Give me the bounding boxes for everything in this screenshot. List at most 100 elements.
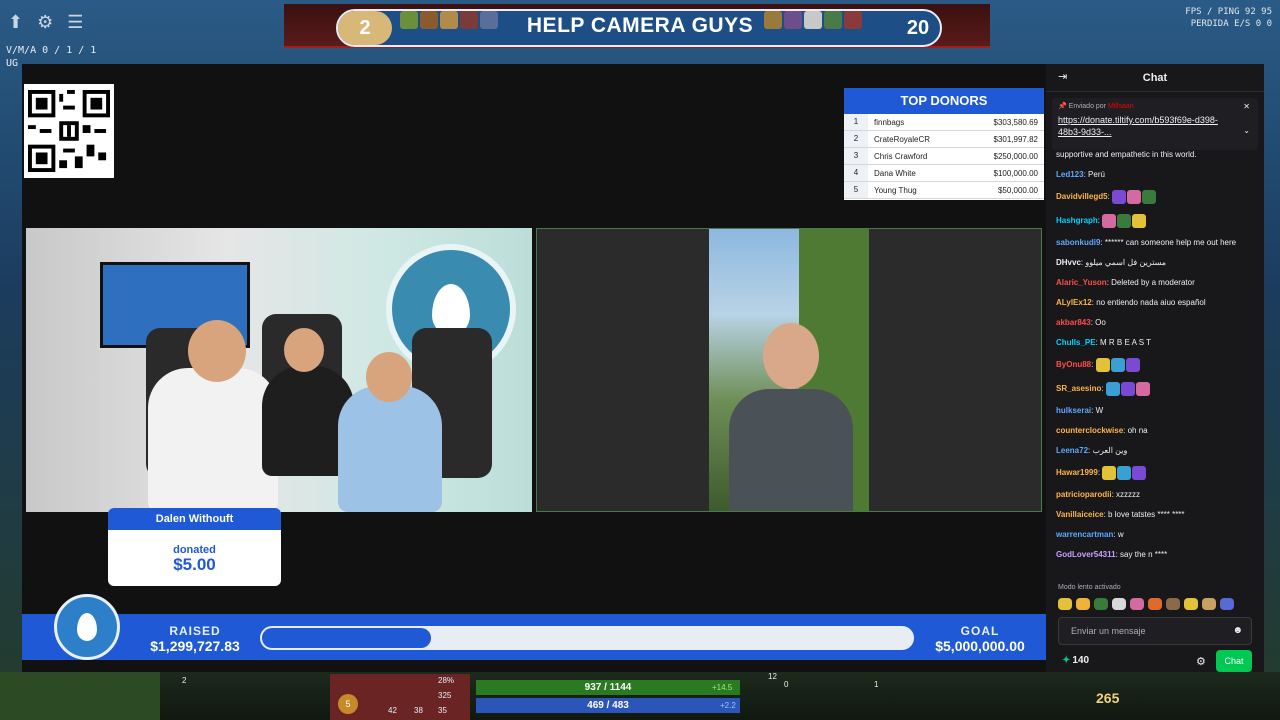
streamer-person bbox=[338, 386, 442, 512]
banner-title: HELP CAMERA GUYS bbox=[526, 14, 754, 37]
emote-icon bbox=[1105, 382, 1120, 396]
health-value: 937 / 1144 bbox=[584, 682, 632, 693]
channel-points[interactable]: ✦ 140 bbox=[1062, 655, 1089, 666]
emote-icon bbox=[1117, 214, 1132, 228]
chat-username[interactable]: warrencartman bbox=[1056, 530, 1113, 539]
team-water-logo bbox=[54, 594, 120, 660]
minimap-level: 2 bbox=[182, 676, 187, 685]
emote-icon bbox=[1120, 382, 1135, 396]
emote-icon bbox=[1102, 466, 1117, 480]
chat-message-input[interactable]: Enviar un mensaje ☻ bbox=[1058, 617, 1252, 645]
chat-text: oh na bbox=[1127, 426, 1148, 435]
screen: ⬆ ⚙ ☰ V/M/A 0 / 1 / 1 UG 2 HELP CAMERA G… bbox=[0, 0, 1280, 720]
chat-username[interactable]: Hawar1999 bbox=[1056, 468, 1098, 477]
chat-username[interactable]: DHvvc bbox=[1056, 258, 1081, 267]
donor-rank: 3 bbox=[844, 148, 868, 164]
emote-icon[interactable] bbox=[1148, 598, 1162, 610]
stat-readout: 42 bbox=[388, 706, 397, 715]
chat-message: SR_asesino: bbox=[1056, 382, 1254, 396]
emote-icon[interactable] bbox=[1076, 598, 1090, 610]
pinned-sender-line: 📌 Enviado por Millsaan bbox=[1058, 102, 1252, 110]
chat-settings-gear-icon[interactable]: ⚙ bbox=[1196, 655, 1206, 668]
top-donors-panel: TOP DONORS 1 finnbags $303,580.69 2 Crat… bbox=[844, 88, 1044, 200]
chat-username[interactable]: ALylEx12 bbox=[1056, 298, 1092, 307]
item-count: 12 bbox=[768, 672, 777, 681]
top-left-toolbar: ⬆ ⚙ ☰ bbox=[8, 10, 83, 34]
emote-icon[interactable] bbox=[1058, 598, 1072, 610]
emote-icon[interactable] bbox=[1202, 598, 1216, 610]
chat-message: GodLover54311: say the n **** bbox=[1056, 550, 1254, 560]
chat-username[interactable]: Vanillaiceice bbox=[1056, 510, 1104, 519]
item-count: 1 bbox=[874, 680, 879, 689]
chat-text: no entiendo nada aiuo español bbox=[1096, 298, 1206, 307]
item-count: 0 bbox=[784, 680, 789, 689]
donor-rank: 2 bbox=[844, 131, 868, 147]
chat-text: b love tatstes **** **** bbox=[1108, 510, 1185, 519]
menu-icon[interactable]: ☰ bbox=[67, 10, 83, 34]
emote-icon[interactable] bbox=[1184, 598, 1198, 610]
pinned-user[interactable]: Millsaan bbox=[1108, 103, 1134, 110]
upload-icon[interactable]: ⬆ bbox=[8, 10, 23, 34]
chat-message: akbar843: Oo bbox=[1056, 318, 1254, 328]
chat-username[interactable]: SR_asesino bbox=[1056, 384, 1101, 393]
chat-username[interactable]: patricioparodii bbox=[1056, 490, 1112, 499]
chat-text: Oo bbox=[1095, 318, 1106, 327]
pinned-sent-by: Enviado por bbox=[1068, 103, 1107, 110]
pinned-message: 📌 Enviado por Millsaan https://donate.ti… bbox=[1052, 98, 1258, 150]
chat-username[interactable]: hulkserai bbox=[1056, 406, 1091, 415]
chat-username[interactable]: Hashgraph bbox=[1056, 216, 1098, 225]
chat-message: Led123: Perú bbox=[1056, 170, 1254, 180]
emote-icon bbox=[1110, 358, 1125, 372]
chat-message: hulkserai: W bbox=[1056, 406, 1254, 416]
donor-name: Chris Crawford bbox=[874, 151, 928, 161]
emote-icon[interactable] bbox=[1112, 598, 1126, 610]
chat-username[interactable]: sabonkudi9 bbox=[1056, 238, 1100, 247]
chat-message-list: supportive and empathetic in this world.… bbox=[1046, 150, 1264, 560]
chat-send-button[interactable]: Chat bbox=[1216, 650, 1252, 672]
chat-username[interactable]: counterclockwise bbox=[1056, 426, 1123, 435]
emote-icon bbox=[1132, 214, 1147, 228]
stat-readout: 38 bbox=[414, 706, 423, 715]
chat-message: ByOnu88: bbox=[1056, 358, 1254, 372]
chat-message: Hashgraph: bbox=[1056, 214, 1254, 228]
emote-icon[interactable] bbox=[1220, 598, 1234, 610]
donor-rank: 1 bbox=[844, 114, 868, 130]
emote-icon bbox=[1102, 214, 1117, 228]
kda-line: V/M/A 0 / 1 / 1 bbox=[6, 45, 97, 56]
hide-pin-icon[interactable]: ✕ bbox=[1243, 102, 1250, 111]
donate-qr-code bbox=[24, 84, 114, 178]
qr-code-icon bbox=[28, 90, 110, 172]
chat-username[interactable]: Alaric_Yuson bbox=[1056, 278, 1107, 287]
collapse-chat-icon[interactable]: ⇥ bbox=[1058, 70, 1067, 83]
chat-text: supportive and empathetic in this world. bbox=[1056, 150, 1197, 159]
water-drop-icon bbox=[77, 613, 97, 641]
pinned-donate-link[interactable]: https://donate.tiltify.com/b593f69e-d398… bbox=[1058, 114, 1232, 138]
chat-username[interactable]: Davidvillegd5 bbox=[1056, 192, 1108, 201]
fundraiser-progress-fill bbox=[262, 628, 431, 648]
chevron-down-icon[interactable]: ⌄ bbox=[1243, 126, 1250, 135]
emote-icon[interactable] bbox=[1130, 598, 1144, 610]
gear-icon[interactable]: ⚙ bbox=[37, 10, 53, 34]
chat-text: مسترين فل اسمي ميلوو bbox=[1085, 258, 1167, 267]
radiant-score: 2 bbox=[338, 11, 392, 45]
chat-message: patricioparodii: xzzzzz bbox=[1056, 490, 1254, 500]
raised-label: RAISED bbox=[169, 624, 221, 638]
chat-username[interactable]: GodLover54311 bbox=[1056, 550, 1116, 559]
chat-username[interactable]: Led123 bbox=[1056, 170, 1084, 179]
donor-row: 5 Young Thug $50,000.00 bbox=[844, 182, 1044, 199]
mana-regen: +2.2 bbox=[720, 701, 736, 710]
chat-username[interactable]: akbar843 bbox=[1056, 318, 1091, 327]
loss-line: PERDIDA E/S 0 0 bbox=[1190, 19, 1272, 29]
emote-icon[interactable] bbox=[1166, 598, 1180, 610]
goal-label: GOAL bbox=[960, 624, 1000, 638]
chat-username[interactable]: Leena72 bbox=[1056, 446, 1088, 455]
minimap[interactable] bbox=[0, 672, 160, 720]
chat-username[interactable]: ByOnu88 bbox=[1056, 360, 1091, 369]
donor-name: Young Thug bbox=[874, 185, 917, 195]
chat-message: Chulls_PE: M R B E A S T bbox=[1056, 338, 1254, 348]
emote-icon[interactable] bbox=[1094, 598, 1108, 610]
donor-row: 3 Chris Crawford $250,000.00 bbox=[844, 148, 1044, 165]
webcam-studio-feed bbox=[26, 228, 532, 512]
emoji-picker-icon[interactable]: ☻ bbox=[1232, 618, 1243, 644]
chat-username[interactable]: Chulls_PE bbox=[1056, 338, 1096, 347]
